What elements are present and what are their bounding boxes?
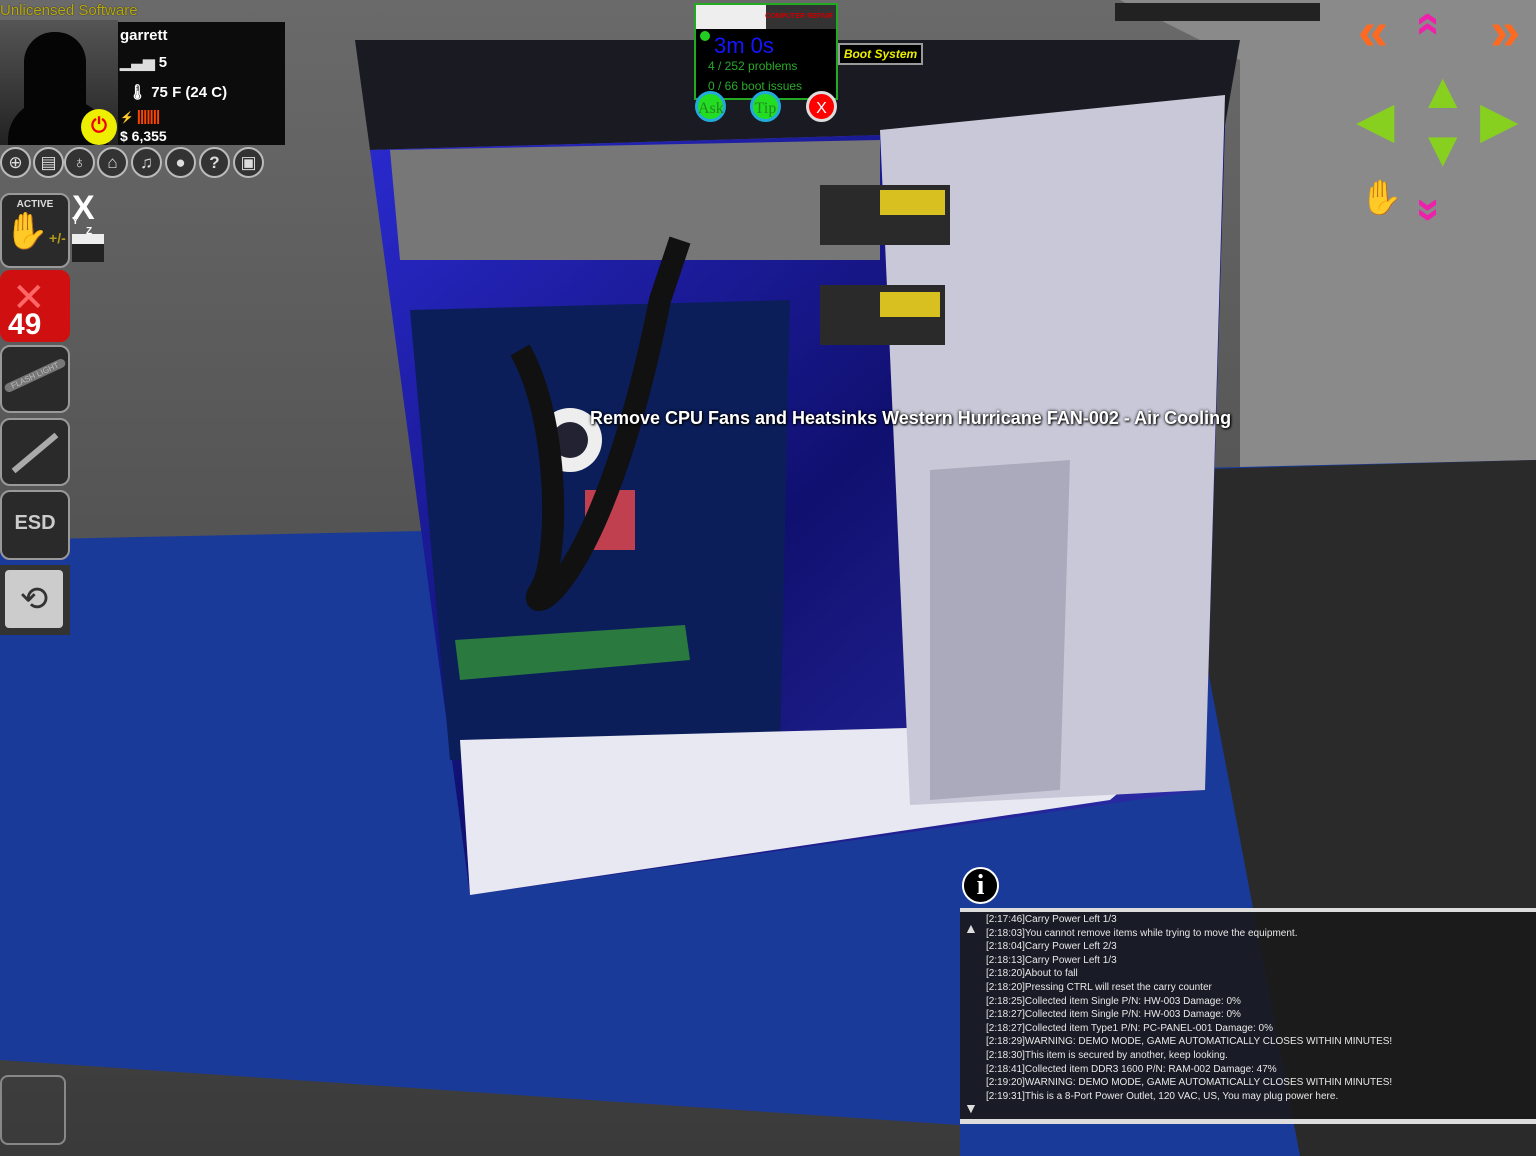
hover-tooltip: Remove CPU Fans and Heatsinks Western Hu… xyxy=(590,408,1232,428)
pan-back-icon[interactable]: ▼ xyxy=(1418,124,1468,174)
power-outlet[interactable] xyxy=(1115,3,1320,21)
info-icon[interactable]: i xyxy=(962,867,999,904)
hard-drive-label xyxy=(880,292,940,317)
esd-icon: ESD xyxy=(14,512,56,534)
flashlight-button[interactable]: FLASH LIGHT xyxy=(0,345,70,413)
move-down-icon[interactable]: » xyxy=(1406,198,1455,222)
hand-icon: ✋ xyxy=(4,210,50,251)
tip-button[interactable]: Tip xyxy=(750,91,781,122)
screwdriver-icon xyxy=(11,432,59,474)
axis-toggle-button[interactable]: XYZ xyxy=(72,190,106,237)
log-line: [2:18:04]Carry Power Left 2/3 xyxy=(986,941,1117,953)
save-icon[interactable]: ▣ xyxy=(233,147,264,178)
player-info-panel: garrett ▁▃▅ 5 🌡 75 F (24 C) ⚡ ||||||| $ … xyxy=(118,22,285,145)
power-meter-icon: ⚡ xyxy=(120,112,137,124)
hard-drive-label xyxy=(880,190,945,215)
log-line: [2:18:03]You cannot remove items while t… xyxy=(986,927,1298,939)
power-supply xyxy=(390,140,880,260)
move-up-icon[interactable]: « xyxy=(1406,12,1455,36)
log-line: [2:18:13]Carry Power Left 1/3 xyxy=(986,954,1117,966)
scroll-up-icon[interactable]: ▲ xyxy=(964,920,978,936)
lightbulb-icon[interactable]: ♁ xyxy=(64,147,95,178)
scroll-down-icon[interactable]: ▼ xyxy=(964,1100,978,1116)
log-line: [2:18:27]Collected item Single P/N: HW-0… xyxy=(986,1009,1241,1021)
thermometer-icon: 🌡 xyxy=(128,84,152,101)
log-line: [2:18:41]Collected item DDR3 1600 P/N: R… xyxy=(986,1063,1277,1075)
empty-slot[interactable] xyxy=(0,1075,66,1145)
esd-button[interactable]: ESD xyxy=(0,490,70,560)
clock-icon xyxy=(700,31,710,41)
watermark: Unlicensed Software xyxy=(0,2,138,19)
manual-icon[interactable]: ▤ xyxy=(33,147,64,178)
log-line: [2:18:27]Collected item Type1 P/N: PC-PA… xyxy=(986,1022,1273,1034)
screwdriver-button[interactable] xyxy=(0,418,70,486)
message-log[interactable]: ▲ ▼ [2:17:46]Carry Power Left 1/3 [2:18:0… xyxy=(960,908,1536,1124)
boot-issues-count: 0 / 66 boot issues xyxy=(708,79,803,93)
boot-system-button[interactable]: Boot System xyxy=(838,43,923,65)
rotate-right-icon[interactable]: » xyxy=(1490,4,1520,58)
player-name: garrett xyxy=(120,27,168,44)
log-line: [2:18:25]Collected item Single P/N: HW-0… xyxy=(986,995,1241,1007)
record-icon[interactable]: ● xyxy=(165,147,196,178)
brain-counter-button[interactable]: ✕ 49 xyxy=(0,270,70,342)
log-line: [2:18:20]Pressing CTRL will reset the ca… xyxy=(986,982,1212,993)
log-line: [2:17:46]Carry Power Left 1/3 xyxy=(986,914,1117,925)
pan-forward-icon[interactable]: ▲ xyxy=(1418,66,1468,116)
active-label: ACTIVE xyxy=(16,199,54,210)
log-line: [2:18:30]This item is secured by another… xyxy=(986,1050,1228,1061)
target-icon[interactable]: ⊕ xyxy=(0,147,31,178)
log-line: [2:19:31]This is a 8-Port Power Outlet, … xyxy=(986,1090,1339,1102)
logo: COMPUTER REPAIR xyxy=(696,5,836,29)
player-level: 5 xyxy=(158,54,168,71)
log-line: [2:18:29]WARNING: DEMO MODE, GAME AUTOMA… xyxy=(986,1036,1393,1048)
part-button[interactable]: ⟲ xyxy=(0,565,70,635)
grab-hand-icon[interactable]: ✋ xyxy=(1360,178,1402,218)
music-icon[interactable]: ♫ xyxy=(131,147,162,178)
problems-count: 4 / 252 problems xyxy=(708,59,798,73)
active-suffix: +/- xyxy=(49,230,66,246)
drive-cage xyxy=(930,460,1070,800)
level-icon: ▁▃▅ xyxy=(120,54,159,71)
fan-part-icon: ⟲ xyxy=(5,570,63,628)
pan-right-icon[interactable]: ▶ xyxy=(1480,95,1518,145)
hand-tool-button[interactable]: ACTIVE ✋+/- xyxy=(0,193,70,268)
money: $ 6,355 xyxy=(120,128,167,144)
flashlight-icon: FLASH LIGHT xyxy=(3,357,67,394)
timer: 3m 0s xyxy=(714,33,774,58)
log-line: [2:19:20]WARNING: DEMO MODE, GAME AUTOMA… xyxy=(986,1077,1393,1089)
close-button[interactable]: X xyxy=(806,91,837,122)
counter-value: 49 xyxy=(8,308,42,341)
rotate-left-icon[interactable]: « xyxy=(1358,4,1388,58)
power-meter: ||||||| xyxy=(136,108,160,125)
status-panel: COMPUTER REPAIR 3m 0s 4 / 252 problems 0… xyxy=(694,3,838,100)
shop-icon[interactable]: ⌂ xyxy=(97,147,128,178)
temperature: 75 F (24 C) xyxy=(151,84,228,101)
log-line: [2:18:20]About to fall xyxy=(986,968,1078,980)
layout-icon[interactable] xyxy=(72,234,104,262)
pan-left-icon[interactable]: ◀ xyxy=(1356,95,1394,145)
power-button[interactable]: ⏻ xyxy=(81,109,117,145)
ask-button[interactable]: Ask xyxy=(695,91,726,122)
help-icon[interactable]: ? xyxy=(199,147,230,178)
